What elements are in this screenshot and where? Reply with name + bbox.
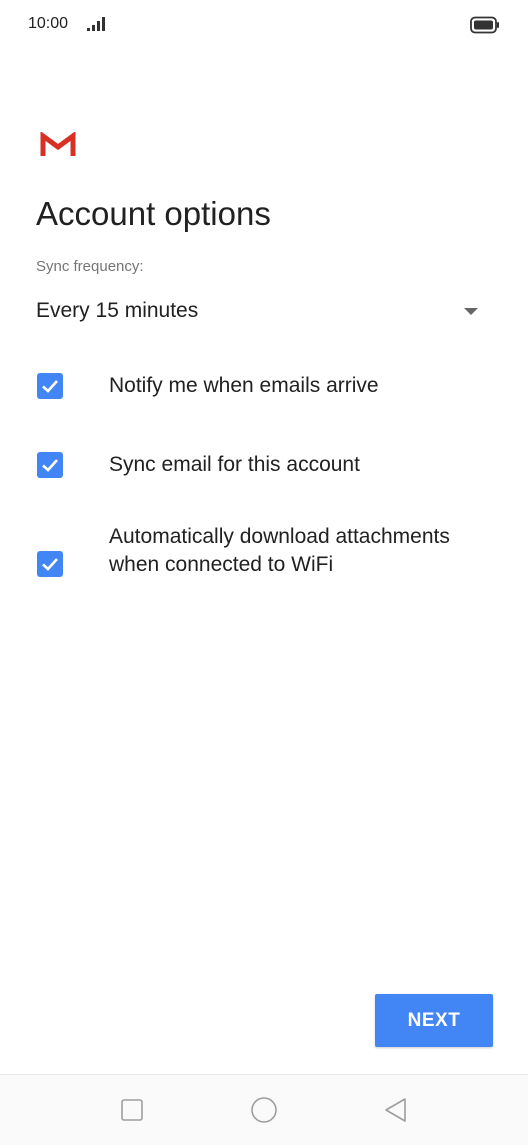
recents-icon[interactable] xyxy=(117,1095,147,1125)
sync-frequency-dropdown[interactable]: Every 15 minutes xyxy=(36,292,482,334)
gmail-logo xyxy=(40,131,76,163)
notify-checkbox[interactable] xyxy=(37,373,63,399)
option-sync-email[interactable]: Sync email for this account xyxy=(0,451,528,481)
signal-icon xyxy=(86,16,108,37)
dropdown-arrow-icon xyxy=(464,308,478,315)
option-label: Automatically download attachments when … xyxy=(109,525,450,576)
battery-icon xyxy=(470,16,500,39)
navigation-bar xyxy=(0,1074,528,1145)
back-icon[interactable] xyxy=(380,1095,410,1125)
auto-download-checkbox[interactable] xyxy=(37,551,63,577)
status-bar: 10:00 xyxy=(0,0,528,52)
page-title: Account options xyxy=(36,195,271,232)
sync-email-checkbox[interactable] xyxy=(37,452,63,478)
option-auto-download[interactable]: Automatically download attachments when … xyxy=(0,523,528,609)
sync-frequency-label: Sync frequency: xyxy=(36,258,144,275)
option-label: Sync email for this account xyxy=(109,453,360,476)
option-notify-emails[interactable]: Notify me when emails arrive xyxy=(0,372,528,402)
option-label: Notify me when emails arrive xyxy=(109,374,379,397)
home-icon[interactable] xyxy=(248,1095,278,1125)
next-button[interactable]: NEXT xyxy=(375,994,493,1047)
status-time: 10:00 xyxy=(28,15,69,32)
sync-frequency-value: Every 15 minutes xyxy=(36,299,199,322)
